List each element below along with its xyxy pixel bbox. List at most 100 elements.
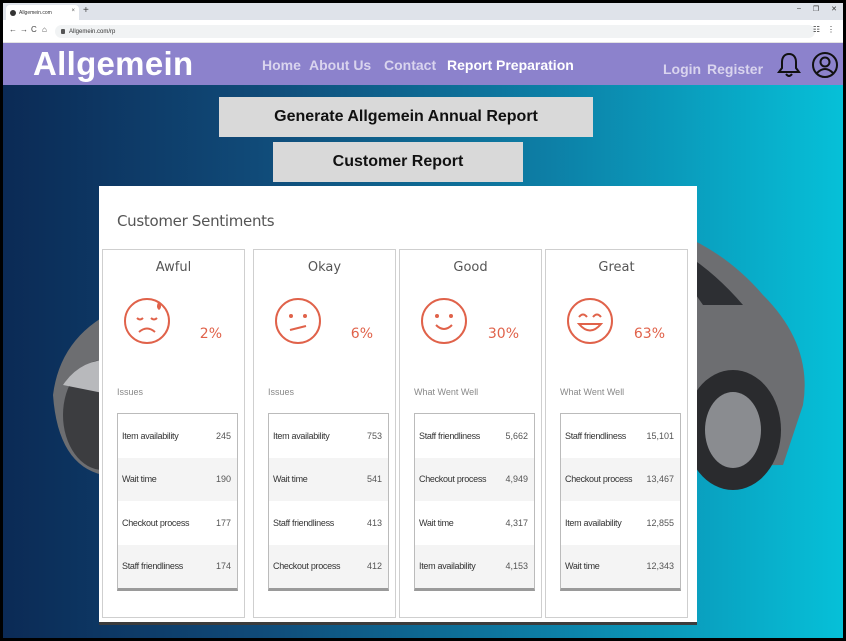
restore-button[interactable]: ❐	[813, 5, 819, 13]
site-header: Allgemein Home About Us Contact Report P…	[3, 43, 843, 85]
card-subheading: What Went Well	[560, 387, 625, 397]
reload-icon[interactable]: C	[31, 25, 37, 34]
browser-toolbar: ← → C ⌂ Allgemein.com/rp ☷ ⋮	[3, 20, 843, 43]
tab-strip: Allgemein.com × + – ❐ ✕	[3, 3, 843, 20]
table-row: Staff friendliness 413	[269, 501, 388, 545]
table-row: Staff friendliness 5,662	[415, 414, 534, 458]
table-row: Staff friendliness 15,101	[561, 414, 680, 458]
sentiment-card-okay: Okay 6% Issues Item availability 753 Wait tim…	[253, 249, 396, 618]
card-title: Awful	[155, 260, 192, 275]
lock-icon	[61, 29, 65, 34]
table-row: Checkout process 4,949	[415, 457, 534, 501]
card-subheading: What Went Well	[414, 387, 479, 397]
row-label: Wait time	[122, 474, 157, 485]
card-subheading: Issues	[117, 387, 144, 397]
table-row: Wait time 190	[118, 457, 237, 501]
nav-contact[interactable]: Contact	[384, 57, 436, 73]
row-value: 541	[366, 474, 382, 485]
row-label: Staff friendliness	[273, 517, 334, 528]
home-icon[interactable]: ⌂	[42, 25, 47, 34]
sentiment-percentage: 2%	[199, 326, 222, 342]
window-controls: – ❐ ✕	[797, 5, 837, 13]
card-subheading: Issues	[268, 387, 295, 397]
sentiment-percentage: 63%	[633, 326, 665, 342]
card-title: Okay	[307, 260, 342, 275]
row-value: 12,855	[646, 517, 674, 528]
table-row: Staff friendliness 174	[118, 544, 237, 588]
row-value: 245	[215, 430, 231, 441]
nav-about-us[interactable]: About Us	[309, 57, 371, 73]
row-label: Checkout process	[122, 517, 190, 528]
row-value: 4,153	[505, 561, 528, 572]
table-row: Item availability 245	[118, 414, 237, 458]
table-row: Checkout process 412	[269, 544, 388, 588]
bell-icon[interactable]	[775, 51, 803, 79]
tab-title: Allgemein.com	[19, 9, 52, 16]
url-text: Allgemein.com/rp	[69, 28, 116, 35]
back-icon[interactable]: ←	[9, 25, 17, 34]
okay-face-icon	[275, 298, 321, 344]
generate-annual-report-button[interactable]: Generate Allgemein Annual Report	[219, 97, 593, 137]
new-tab-button[interactable]: +	[83, 5, 89, 16]
table-row: Checkout process 13,467	[561, 457, 680, 501]
forward-icon[interactable]: →	[20, 25, 28, 34]
card-title: Great	[598, 260, 635, 275]
register-link[interactable]: Register	[707, 61, 763, 77]
great-face-icon	[567, 298, 613, 344]
row-label: Item availability	[273, 430, 330, 441]
customer-report-button[interactable]: Customer Report	[273, 142, 523, 182]
card-title: Good	[453, 260, 488, 275]
table-row: Wait time 12,343	[561, 544, 680, 588]
awful-face-icon	[124, 298, 170, 344]
close-window-button[interactable]: ✕	[831, 5, 837, 13]
row-label: Staff friendliness	[122, 561, 183, 572]
user-avatar-icon[interactable]	[811, 51, 839, 79]
customer-sentiments-panel: Customer Sentiments Awful 2% Issues Item av…	[99, 186, 697, 625]
panel-title: Customer Sentiments	[117, 212, 275, 230]
row-label: Checkout process	[273, 561, 341, 572]
favicon-icon	[10, 9, 16, 16]
row-value: 15,101	[646, 430, 674, 441]
row-label: Wait time	[419, 517, 454, 528]
row-label: Item availability	[419, 561, 476, 572]
tab-close-icon[interactable]: ×	[71, 8, 75, 14]
row-value: 177	[215, 517, 231, 528]
table-row: Item availability 753	[269, 414, 388, 458]
toolbar-actions: ☷ ⋮	[813, 25, 835, 34]
browser-menu-icon[interactable]: ⋮	[827, 25, 835, 34]
row-value: 412	[366, 561, 382, 572]
row-label: Checkout process	[419, 474, 487, 485]
extensions-icon[interactable]: ☷	[813, 25, 820, 34]
sentiment-card-great: Great 63% What Went Well Staff friendliness…	[545, 249, 688, 618]
nav-home[interactable]: Home	[262, 57, 301, 73]
minimize-button[interactable]: –	[797, 5, 801, 13]
breakdown-table: Item availability 753 Wait time 541 Staff fr…	[268, 413, 389, 591]
table-row: Checkout process 177	[118, 501, 237, 545]
sentiment-card-awful: Awful 2% Issues Item availability 245 Wait ti…	[102, 249, 245, 618]
table-row: Item availability 12,855	[561, 501, 680, 545]
row-value: 4,949	[505, 474, 528, 485]
row-value: 190	[215, 474, 231, 485]
row-label: Checkout process	[565, 474, 633, 485]
table-row: Wait time 4,317	[415, 501, 534, 545]
browser-window: Allgemein.com × + – ❐ ✕ ← → C ⌂ Allgemei…	[3, 3, 843, 638]
sentiment-card-good: Good 30% What Went Well Staff friendliness 5…	[399, 249, 542, 618]
good-face-icon	[421, 298, 467, 344]
row-value: 413	[366, 517, 382, 528]
row-label: Staff friendliness	[419, 430, 480, 441]
nav-report-preparation[interactable]: Report Preparation	[447, 57, 574, 73]
login-link[interactable]: Login	[663, 61, 701, 77]
address-bar[interactable]: Allgemein.com/rp	[55, 25, 815, 38]
site-logo[interactable]: Allgemein	[33, 45, 193, 83]
row-label: Wait time	[273, 474, 308, 485]
breakdown-table: Staff friendliness 15,101 Checkout process…	[560, 413, 681, 591]
breakdown-table: Item availability 245 Wait time 190 Checkout…	[117, 413, 238, 591]
row-label: Wait time	[565, 561, 600, 572]
browser-tab[interactable]: Allgemein.com ×	[6, 5, 79, 20]
table-row: Wait time 541	[269, 457, 388, 501]
row-value: 12,343	[646, 561, 674, 572]
row-value: 4,317	[505, 517, 528, 528]
sentiment-percentage: 6%	[350, 326, 373, 342]
row-label: Staff friendliness	[565, 430, 626, 441]
sentiment-percentage: 30%	[487, 326, 519, 342]
